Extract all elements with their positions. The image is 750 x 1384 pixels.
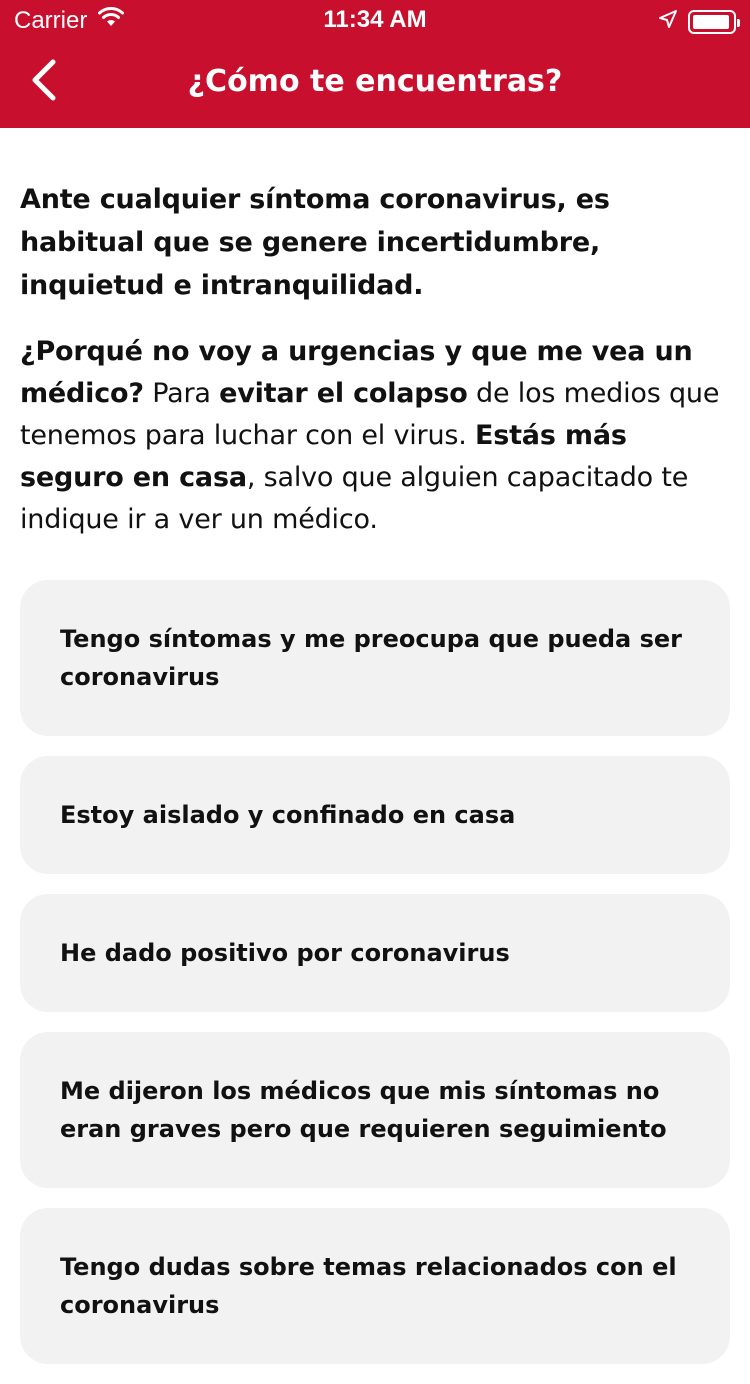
explanation-part-1: Para bbox=[143, 378, 220, 409]
option-questions-coronavirus[interactable]: Tengo dudas sobre temas relacionados con… bbox=[20, 1208, 730, 1364]
status-time: 11:34 AM bbox=[323, 6, 427, 33]
option-label: Estoy aislado y confinado en casa bbox=[60, 801, 516, 829]
status-bar: Carrier 11:34 AM bbox=[0, 0, 750, 40]
location-arrow-icon bbox=[658, 8, 678, 36]
option-label: Me dijeron los médicos que mis síntomas … bbox=[60, 1077, 667, 1143]
option-isolated-at-home[interactable]: Estoy aislado y confinado en casa bbox=[20, 756, 730, 874]
option-symptoms-worry[interactable]: Tengo síntomas y me preocupa que pueda s… bbox=[20, 580, 730, 736]
battery-level bbox=[693, 15, 730, 29]
option-tested-positive[interactable]: He dado positivo por coronavirus bbox=[20, 894, 730, 1012]
option-label: Tengo síntomas y me preocupa que pueda s… bbox=[60, 625, 683, 691]
navigation-bar: ¿Cómo te encuentras? bbox=[0, 40, 750, 128]
battery-icon bbox=[688, 10, 740, 34]
option-label: Tengo dudas sobre temas relacionados con… bbox=[60, 1253, 677, 1319]
option-mild-symptoms-followup[interactable]: Me dijeron los médicos que mis síntomas … bbox=[20, 1032, 730, 1188]
page-title: ¿Cómo te encuentras? bbox=[187, 64, 563, 99]
emphasis-avoid-collapse: evitar el colapso bbox=[219, 378, 468, 409]
option-label: He dado positivo por coronavirus bbox=[60, 939, 510, 967]
situation-options-list: Tengo síntomas y me preocupa que pueda s… bbox=[20, 580, 730, 1384]
info-section: Ante cualquier síntoma coronavirus, es h… bbox=[20, 178, 730, 541]
status-icons bbox=[658, 8, 740, 36]
explanation-text: ¿Porqué no voy a urgencias y que me vea … bbox=[20, 331, 730, 541]
app-header: Carrier 11:34 AM ¿Cómo te encuentras? bbox=[0, 0, 750, 128]
intro-text: Ante cualquier síntoma coronavirus, es h… bbox=[20, 184, 610, 301]
